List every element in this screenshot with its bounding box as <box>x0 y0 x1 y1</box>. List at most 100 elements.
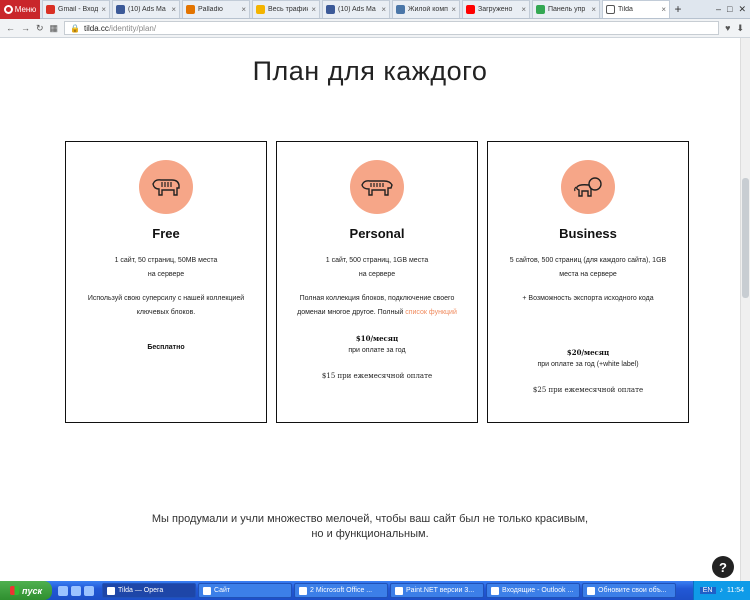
scrollbar-thumb[interactable] <box>742 178 749 298</box>
close-icon[interactable]: ✕ <box>738 4 746 15</box>
browser-tab-label: Весь трафик <box>268 6 309 13</box>
bookmark-heart-icon[interactable]: ♥ <box>725 23 730 33</box>
maximize-icon[interactable]: □ <box>727 4 732 15</box>
close-tab-icon[interactable]: × <box>311 5 316 14</box>
plan-price-free: Бесплатно <box>147 344 185 351</box>
close-tab-icon[interactable]: × <box>451 5 456 14</box>
reload-icon[interactable]: ↻ <box>36 23 44 34</box>
browser-tab[interactable]: Palladio × <box>182 0 250 18</box>
browser-tab[interactable]: Gmail - Входя × <box>42 0 110 18</box>
page-content: План для каждого Free 1 сайт, 50 страниц… <box>0 38 740 581</box>
close-tab-icon[interactable]: × <box>101 5 106 14</box>
windows-taskbar: пуск Tilda — Opera Сайт 2 Microsoft Office… <box>0 581 750 600</box>
vk-icon <box>396 5 405 14</box>
taskbar-button[interactable]: Обновите свои объ... <box>582 583 676 598</box>
explorer-icon[interactable] <box>71 585 81 596</box>
browser-tab[interactable]: Загружено × <box>462 0 530 18</box>
plan-feature-line: места на сервере <box>559 271 617 278</box>
app-icon <box>107 586 115 595</box>
new-tab-button[interactable]: + <box>670 2 686 16</box>
close-tab-icon[interactable]: × <box>591 5 596 14</box>
browser-tab-label: Gmail - Входя <box>58 6 99 13</box>
browser-tab-label: (10) Ads Ma <box>128 6 166 13</box>
forward-icon[interactable]: → <box>21 23 30 33</box>
plan-description: Используй свою суперсилу с нашей коллекц… <box>87 295 245 316</box>
taskbar-button[interactable]: Сайт <box>198 583 292 598</box>
taskbar-button-label: Входящие - Outlook ... <box>502 587 574 594</box>
plan-name: Personal <box>349 226 405 241</box>
youtube-icon <box>466 5 475 14</box>
plan-feature-line: на сервере <box>147 271 185 278</box>
system-tray: EN ♪ 11:54 <box>692 581 750 600</box>
plan-monthly-price: $15 при ежемесячной оплате <box>321 372 433 380</box>
taskbar-button[interactable]: Tilda — Opera <box>102 583 196 598</box>
plan-name: Business <box>559 226 617 241</box>
plan-price-note: при оплате за год <box>348 347 406 354</box>
taskbar-button-label: Paint.NET версии 3... <box>406 587 475 594</box>
browser-tab[interactable]: (10) Ads Ma × <box>322 0 390 18</box>
plan-feature-line: 5 сайтов, 500 страниц (для каждого сайта… <box>509 257 667 264</box>
plan-feature-line: на сервере <box>358 271 396 278</box>
tray-speaker-icon[interactable]: ♪ <box>720 587 724 594</box>
plan-card-business: Business 5 сайтов, 500 страниц (для кажд… <box>487 141 689 423</box>
taskbar-button[interactable]: 2 Microsoft Office ... <box>294 583 388 598</box>
page-scrollbar[interactable] <box>740 38 750 581</box>
browser-tab-label: Панель упр <box>548 6 586 13</box>
windows-flag-icon <box>9 586 19 595</box>
features-list-link[interactable]: список функций <box>405 309 457 316</box>
back-icon[interactable]: ← <box>6 23 15 33</box>
plan-features: 1 сайт, 500 страниц, 1GB места на сервер… <box>277 254 477 282</box>
browser-tab[interactable]: Весь трафик × <box>252 0 320 18</box>
download-icon[interactable]: ⬇ <box>736 23 744 34</box>
show-desktop-icon[interactable] <box>58 585 68 596</box>
close-tab-icon[interactable]: × <box>171 5 176 14</box>
minimize-icon[interactable]: – <box>716 4 721 15</box>
analytics-icon <box>256 5 265 14</box>
tiger-icon <box>361 180 393 196</box>
close-tab-icon[interactable]: × <box>661 5 666 14</box>
app-icon <box>491 586 499 595</box>
start-button[interactable]: пуск <box>0 581 52 600</box>
speed-dial-icon[interactable]: ▦ <box>50 23 59 34</box>
browser-tab[interactable]: Tilda × <box>602 0 670 18</box>
close-tab-icon[interactable]: × <box>241 5 246 14</box>
facebook-icon <box>326 5 335 14</box>
app-icon <box>203 586 211 595</box>
menu-label: Меню <box>14 4 37 14</box>
firefox-icon[interactable] <box>84 585 94 596</box>
facebook-icon <box>116 5 125 14</box>
help-button[interactable]: ? <box>712 556 734 578</box>
opera-logo-icon <box>3 4 13 14</box>
window-controls: – □ ✕ <box>716 4 750 15</box>
plan-features: 5 сайтов, 500 страниц (для каждого сайта… <box>488 254 688 282</box>
url-domain: tilda.cc <box>84 23 109 33</box>
plan-icon-circle <box>350 160 404 214</box>
browser-tab-label: Palladio <box>198 6 223 13</box>
browser-tab[interactable]: Жилой комп × <box>392 0 460 18</box>
taskbar-button-label: Обновите свои объ... <box>598 587 667 594</box>
browser-tab-label: Жилой комп <box>408 6 448 13</box>
browser-tab[interactable]: (10) Ads Ma × <box>112 0 180 18</box>
plan-icon-circle <box>139 160 193 214</box>
opera-menu-button[interactable]: Меню <box>0 0 40 19</box>
lion-icon <box>574 177 602 197</box>
plan-feature-line: 1 сайт, 50 страниц, 50MB места <box>114 257 218 264</box>
taskbar-button-label: 2 Microsoft Office ... <box>310 587 373 594</box>
address-toolbar: ← → ↻ ▦ 🔒 tilda.cc/identity/plan/ ♥ ⬇ <box>0 19 750 38</box>
map-pin-icon <box>186 5 195 14</box>
tagline-text: Мы продумали и учли множество мелочей, ч… <box>151 513 589 540</box>
language-indicator[interactable]: EN <box>699 587 716 594</box>
plan-monthly-price: $25 при ежемесячной оплате <box>532 386 644 394</box>
browser-tab-label: (10) Ads Ma <box>338 6 376 13</box>
url-field[interactable]: 🔒 tilda.cc/identity/plan/ <box>64 21 720 35</box>
plan-card-personal: Personal 1 сайт, 500 страниц, 1GB места … <box>276 141 478 423</box>
secure-lock-icon: 🔒 <box>70 23 81 33</box>
tilda-icon <box>606 5 615 14</box>
quick-launch <box>52 585 100 596</box>
close-tab-icon[interactable]: × <box>381 5 386 14</box>
taskbar-button[interactable]: Paint.NET версии 3... <box>390 583 484 598</box>
taskbar-button[interactable]: Входящие - Outlook ... <box>486 583 580 598</box>
browser-tab[interactable]: Панель упр × <box>532 0 600 18</box>
close-tab-icon[interactable]: × <box>521 5 526 14</box>
plan-icon-circle <box>561 160 615 214</box>
